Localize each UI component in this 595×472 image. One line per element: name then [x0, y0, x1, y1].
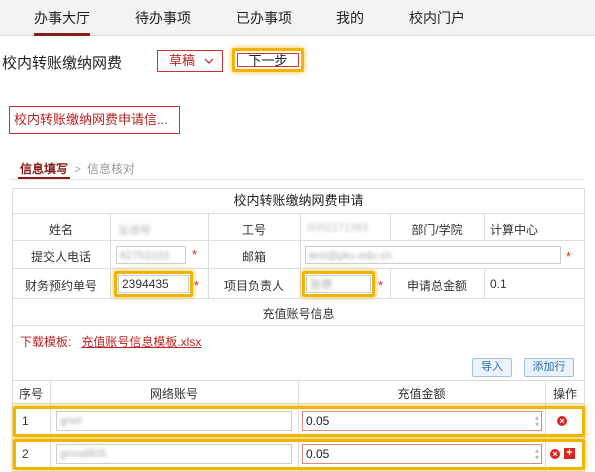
delete-row-icon[interactable]: ×	[557, 416, 567, 426]
tab-portal[interactable]: 校内门户	[409, 0, 465, 36]
chevron-down-icon	[204, 51, 214, 78]
col-divider	[484, 268, 485, 298]
form-name-tab[interactable]: 校内转账缴纳网费申请信...	[9, 106, 180, 134]
step-indicator: 信息填写 > 信息核对	[20, 160, 135, 177]
section-label: 充值账号信息	[262, 307, 335, 321]
download-label: 下载模板:	[20, 335, 72, 349]
amount-value: 0.05	[306, 447, 330, 461]
account-value: gmod805	[60, 448, 106, 460]
staff-id-label: 工号	[241, 223, 266, 237]
email-value: test@pku.edu.cn	[309, 250, 392, 262]
top-nav: 办事大厅 待办事项 已办事项 我的 校内门户	[0, 0, 595, 36]
add-row-icon[interactable]: +	[564, 448, 575, 459]
next-step-button[interactable]: 下一步	[232, 48, 304, 72]
step-next[interactable]: 信息核对	[87, 162, 135, 176]
stepper-icon: ▴ ▾	[534, 413, 539, 429]
email-label: 邮箱	[241, 250, 266, 264]
tab-done[interactable]: 已办事项	[236, 0, 292, 36]
pm-value: 张德	[310, 279, 332, 291]
download-template-link[interactable]: 充值账号信息模板.xlsx	[81, 335, 201, 349]
required-mark: *	[194, 278, 200, 293]
account-field[interactable]: gnet	[56, 411, 292, 431]
row-index: 2	[22, 447, 29, 461]
email-field[interactable]: test@pku.edu.cn	[305, 246, 561, 264]
phone-field[interactable]: 62751023	[116, 246, 186, 264]
staff-id-value: 0002171383	[307, 222, 369, 234]
tab-todo[interactable]: 待办事项	[135, 0, 191, 36]
row-divider	[12, 298, 585, 299]
row-index: 1	[22, 414, 29, 428]
delete-row-icon[interactable]: ×	[550, 449, 560, 459]
row-divider	[12, 240, 585, 241]
step-current[interactable]: 信息填写	[20, 162, 68, 176]
required-mark: *	[566, 249, 572, 264]
import-button[interactable]: 导入	[472, 358, 512, 377]
steps-active-underline	[18, 177, 70, 179]
pm-label: 项目负责人	[223, 279, 284, 293]
download-row: 下载模板: 充值账号信息模板.xlsx	[20, 333, 201, 350]
pm-field[interactable]: 张德	[306, 275, 371, 293]
required-mark: *	[378, 278, 384, 293]
total-value: 0.1	[490, 277, 507, 291]
add-row-button[interactable]: 添加行	[524, 358, 574, 377]
col-divider	[110, 214, 111, 298]
dept-value: 计算中心	[490, 223, 539, 237]
steps-divider	[10, 179, 585, 180]
row-divider	[12, 403, 585, 404]
col-divider	[484, 214, 485, 240]
draft-dropdown[interactable]: 草稿	[157, 50, 223, 72]
stepper-icon: ▴ ▾	[534, 446, 539, 462]
page-title: 校内转账缴纳网费	[2, 55, 123, 72]
row-divider	[12, 268, 585, 269]
col-header-actions: 操作	[552, 387, 577, 401]
name-label: 姓名	[48, 223, 73, 237]
amount-value: 0.05	[306, 414, 330, 428]
chevron-right-icon: >	[74, 162, 82, 176]
phone-label: 提交人电话	[30, 250, 91, 264]
account-value: gnet	[60, 415, 82, 427]
dept-label: 部门/学院	[411, 223, 463, 237]
amount-field[interactable]: 0.05 ▴ ▾	[302, 444, 542, 464]
col-header-amount: 充值金额	[397, 387, 446, 401]
col-header-index: 序号	[18, 387, 43, 401]
tab-mine[interactable]: 我的	[336, 0, 364, 36]
total-label: 申请总金额	[406, 279, 467, 293]
account-field[interactable]: gmod805	[56, 444, 292, 464]
row-divider	[12, 325, 585, 326]
col-header-account: 网络账号	[149, 387, 198, 401]
order-field[interactable]: 2394435	[118, 275, 189, 293]
name-value: 张德琴	[118, 225, 151, 237]
phone-value: 62751023	[120, 250, 169, 262]
order-label: 财务预约单号	[24, 279, 97, 293]
form-heading: 校内转账缴纳网费申请	[12, 188, 585, 214]
required-mark: *	[192, 247, 198, 262]
amount-field[interactable]: 0.05 ▴ ▾	[302, 411, 542, 431]
col-divider	[300, 214, 301, 298]
draft-label: 草稿	[169, 53, 196, 68]
next-step-label: 下一步	[237, 53, 299, 68]
tab-hall[interactable]: 办事大厅	[34, 0, 90, 36]
